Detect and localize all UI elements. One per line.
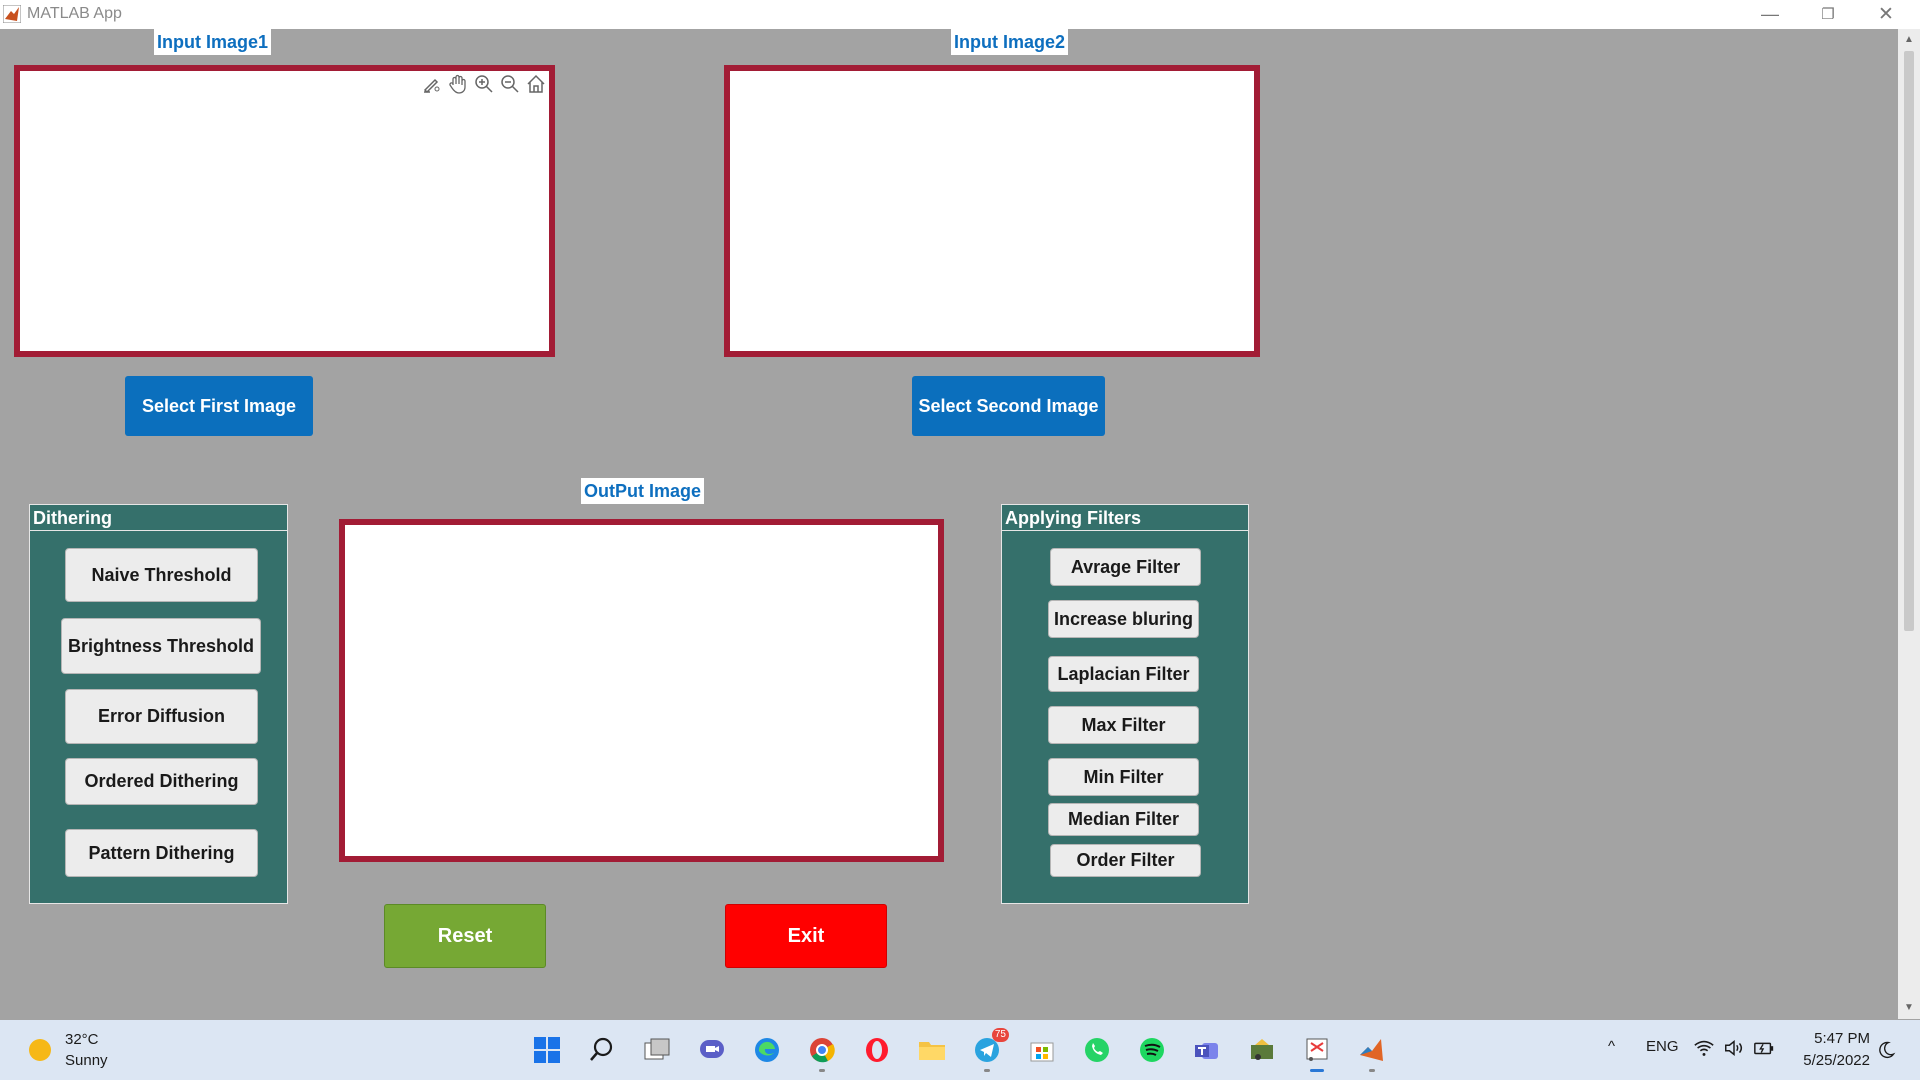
- edge-icon[interactable]: [751, 1034, 783, 1066]
- vertical-scrollbar[interactable]: ▲ ▼: [1898, 29, 1920, 1019]
- moon-icon[interactable]: [1874, 1038, 1898, 1062]
- chat-icon[interactable]: [696, 1034, 728, 1066]
- opera-icon[interactable]: [861, 1034, 893, 1066]
- whatsapp-icon[interactable]: [1081, 1034, 1113, 1066]
- file-explorer-icon[interactable]: [916, 1034, 948, 1066]
- task-view-icon[interactable]: [641, 1034, 673, 1066]
- min-filter-button[interactable]: Min Filter: [1048, 758, 1199, 796]
- sun-icon[interactable]: [29, 1039, 51, 1061]
- home-icon[interactable]: [525, 73, 547, 95]
- weather-temperature[interactable]: 32°C: [65, 1031, 99, 1048]
- matlab-icon[interactable]: [1356, 1034, 1388, 1072]
- scroll-thumb[interactable]: [1904, 51, 1914, 631]
- running-indicator: [1369, 1069, 1375, 1072]
- telegram-icon[interactable]: 75: [971, 1028, 1009, 1072]
- error-diffusion-button[interactable]: Error Diffusion: [65, 689, 258, 744]
- taskbar: 32°C Sunny 75 ^ ENG 5:47 PM 5/25/2022: [0, 1020, 1920, 1080]
- close-button[interactable]: ✕: [1858, 0, 1914, 29]
- snipping-tool-icon[interactable]: [1301, 1034, 1333, 1072]
- average-filter-button[interactable]: Avrage Filter: [1050, 548, 1201, 586]
- axes-toolbar: [421, 73, 547, 95]
- input-image2-axes[interactable]: [724, 65, 1260, 357]
- restore-button[interactable]: ❐: [1800, 0, 1856, 29]
- input-image1-axes[interactable]: [14, 65, 555, 357]
- spotify-icon[interactable]: [1136, 1034, 1168, 1066]
- select-first-image-button[interactable]: Select First Image: [125, 376, 313, 436]
- naive-threshold-button[interactable]: Naive Threshold: [65, 548, 258, 602]
- zoom-out-icon[interactable]: [499, 73, 521, 95]
- tray-chevron-icon[interactable]: ^: [1608, 1038, 1615, 1055]
- scroll-down-icon[interactable]: ▼: [1898, 999, 1920, 1017]
- filters-panel-title: Applying Filters: [1002, 505, 1248, 531]
- chrome-icon[interactable]: [806, 1034, 838, 1072]
- running-indicator: [819, 1069, 825, 1072]
- input-image2-label: Input Image2: [951, 29, 1069, 55]
- app-icon[interactable]: [1246, 1034, 1278, 1066]
- language-indicator[interactable]: ENG: [1646, 1038, 1679, 1055]
- brush-icon[interactable]: [421, 73, 443, 95]
- wifi-icon[interactable]: [1692, 1036, 1716, 1060]
- store-icon[interactable]: [1026, 1034, 1058, 1066]
- max-filter-button[interactable]: Max Filter: [1048, 706, 1199, 744]
- median-filter-button[interactable]: Median Filter: [1048, 803, 1199, 836]
- pan-hand-icon[interactable]: [447, 73, 469, 95]
- clock-time[interactable]: 5:47 PM: [1810, 1030, 1870, 1047]
- brightness-threshold-button[interactable]: Brightness Threshold: [61, 618, 261, 674]
- matlab-app-icon: [3, 5, 21, 23]
- increase-blurring-button[interactable]: Increase bluring: [1048, 600, 1199, 638]
- dithering-panel-title: Dithering: [30, 505, 287, 531]
- reset-button[interactable]: Reset: [384, 904, 546, 968]
- search-icon[interactable]: [586, 1034, 618, 1066]
- weather-description[interactable]: Sunny: [65, 1052, 108, 1069]
- output-image-axes[interactable]: [339, 519, 944, 862]
- telegram-badge: 75: [991, 1028, 1009, 1042]
- active-indicator: [1310, 1069, 1324, 1072]
- order-filter-button[interactable]: Order Filter: [1050, 844, 1201, 877]
- laplacian-filter-button[interactable]: Laplacian Filter: [1048, 656, 1199, 692]
- zoom-in-icon[interactable]: [473, 73, 495, 95]
- volume-icon[interactable]: [1722, 1036, 1746, 1060]
- start-icon[interactable]: [531, 1034, 563, 1066]
- exit-button[interactable]: Exit: [725, 904, 887, 968]
- pattern-dithering-button[interactable]: Pattern Dithering: [65, 829, 258, 877]
- ordered-dithering-button[interactable]: Ordered Dithering: [65, 758, 258, 805]
- clock-date[interactable]: 5/25/2022: [1796, 1052, 1870, 1069]
- battery-icon[interactable]: [1752, 1036, 1776, 1060]
- scroll-up-icon[interactable]: ▲: [1898, 31, 1920, 49]
- window-title: MATLAB App: [27, 5, 122, 22]
- output-image-label: OutPut Image: [581, 478, 705, 504]
- teams-icon[interactable]: [1191, 1034, 1223, 1066]
- running-indicator: [984, 1069, 990, 1072]
- title-bar: MATLAB App — ❐ ✕: [0, 0, 1920, 29]
- minimize-button[interactable]: —: [1742, 0, 1798, 29]
- select-second-image-button[interactable]: Select Second Image: [912, 376, 1105, 436]
- input-image1-label: Input Image1: [154, 29, 272, 55]
